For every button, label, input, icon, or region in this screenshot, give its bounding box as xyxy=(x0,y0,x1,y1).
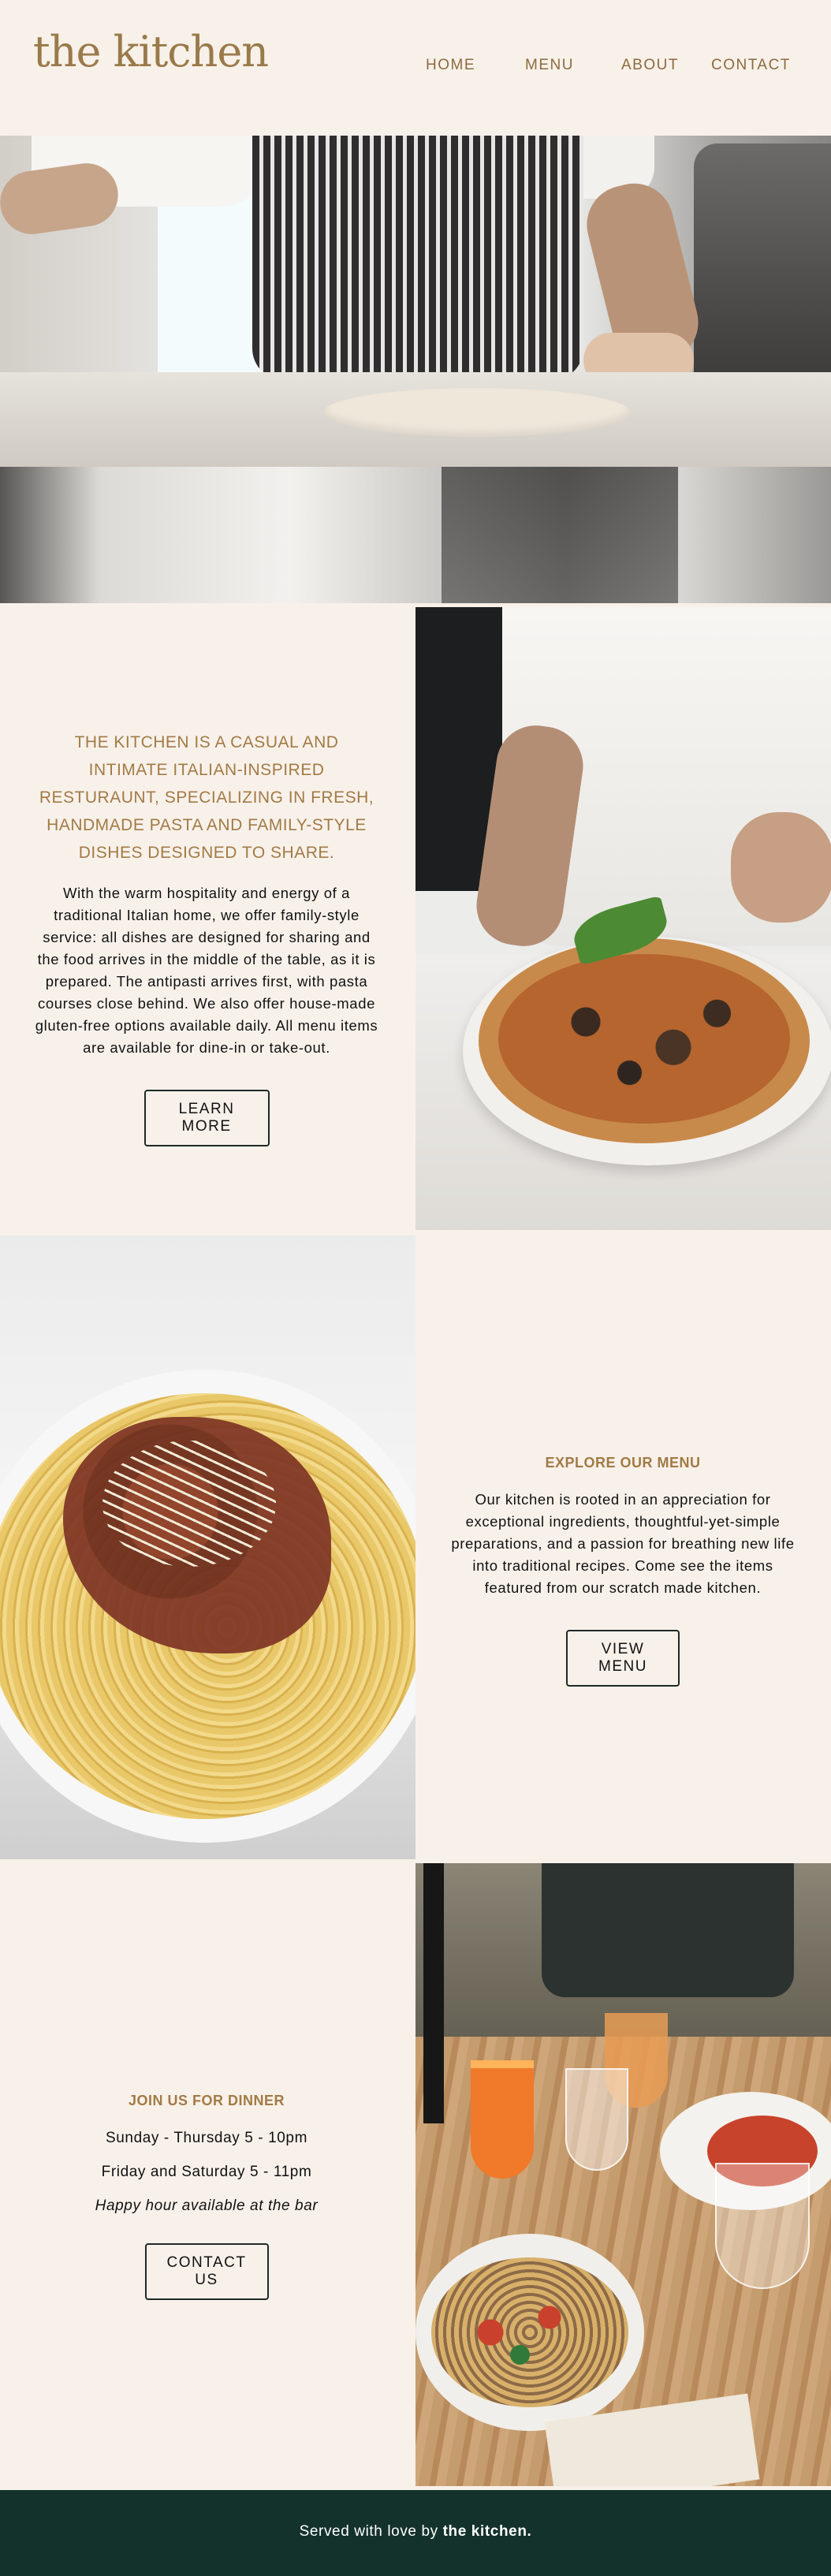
hero-chef-dough-image xyxy=(0,136,831,603)
footer-text: Served with love by xyxy=(299,2523,443,2540)
about-section: THE KITCHEN IS A CASUAL AND INTIMATE ITA… xyxy=(33,729,380,1146)
nav-menu-link[interactable]: MENU xyxy=(525,57,574,74)
dinner-section: JOIN US FOR DINNER Sunday - Thursday 5 -… xyxy=(33,2093,380,2300)
menu-body: Our kitchen is rooted in an appreciation… xyxy=(451,1491,795,1596)
happy-hour-note: Happy hour available at the bar xyxy=(95,2198,319,2214)
site-header: the kitchen HOME MENU ABOUT CONTACT xyxy=(0,0,831,136)
footer-brand: the kitchen. xyxy=(442,2523,532,2540)
dinner-title: JOIN US FOR DINNER xyxy=(128,2093,285,2108)
nav-contact-link[interactable]: CONTACT xyxy=(711,57,791,74)
menu-title: EXPLORE OUR MENU xyxy=(545,1455,701,1471)
hours-weekend: Friday and Saturday 5 - 11pm xyxy=(101,2164,312,2180)
dinner-table-image xyxy=(416,1863,831,2486)
view-menu-button[interactable]: VIEW MENU xyxy=(566,1630,680,1687)
contact-us-button[interactable]: CONTACT US xyxy=(144,2243,269,2300)
pasta-image xyxy=(0,1236,416,1859)
site-footer: Served with love by the kitchen. xyxy=(0,2490,831,2576)
pizza-image xyxy=(416,607,831,1230)
nav-about-link[interactable]: ABOUT xyxy=(621,57,679,74)
nav-home-link[interactable]: HOME xyxy=(426,57,475,74)
menu-section: EXPLORE OUR MENU Our kitchen is rooted i… xyxy=(449,1455,796,1687)
main-nav: HOME MENU ABOUT CONTACT xyxy=(0,57,831,80)
hours-weekday: Sunday - Thursday 5 - 10pm xyxy=(105,2130,308,2146)
about-body: With the warm hospitality and energy of … xyxy=(35,885,378,1056)
about-tagline: THE KITCHEN IS A CASUAL AND INTIMATE ITA… xyxy=(39,733,375,862)
learn-more-button[interactable]: LEARN MORE xyxy=(143,1090,270,1146)
